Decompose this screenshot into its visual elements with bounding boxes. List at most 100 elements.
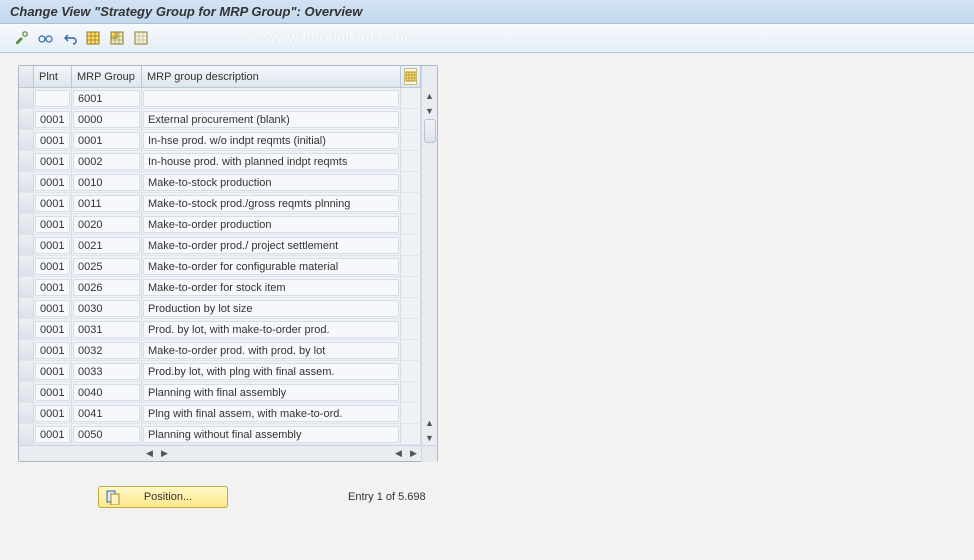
cell-desc[interactable]: Make-to-stock production bbox=[142, 172, 401, 192]
cell-plnt[interactable]: 0001 bbox=[34, 214, 72, 234]
cell-plnt[interactable]: 0001 bbox=[34, 403, 72, 423]
cell-plnt[interactable]: 0001 bbox=[34, 130, 72, 150]
scroll-right-button[interactable]: ▶ bbox=[157, 447, 172, 461]
cell-group[interactable]: 0026 bbox=[72, 277, 142, 297]
row-marker[interactable] bbox=[19, 214, 34, 234]
row-marker[interactable] bbox=[19, 403, 34, 423]
row-marker[interactable] bbox=[19, 130, 34, 150]
cell-group[interactable]: 0021 bbox=[72, 235, 142, 255]
table-row[interactable]: 00010033Prod.by lot, with plng with fina… bbox=[19, 361, 421, 382]
cell-desc[interactable]: Plng with final assem, with make-to-ord. bbox=[142, 403, 401, 423]
cell-desc[interactable] bbox=[142, 88, 401, 108]
deselect-all-button[interactable] bbox=[130, 27, 152, 49]
cell-desc[interactable]: Planning with final assembly bbox=[142, 382, 401, 402]
row-marker[interactable] bbox=[19, 424, 34, 444]
cell-group[interactable]: 0030 bbox=[72, 298, 142, 318]
row-marker[interactable] bbox=[19, 109, 34, 129]
cell-plnt[interactable]: 0001 bbox=[34, 361, 72, 381]
scroll-up-button[interactable]: ▲ bbox=[423, 88, 437, 103]
cell-desc[interactable]: Make-to-order prod. with prod. by lot bbox=[142, 340, 401, 360]
cell-group[interactable]: 0002 bbox=[72, 151, 142, 171]
scroll-down-button[interactable]: ▼ bbox=[423, 103, 437, 118]
cell-group[interactable]: 0050 bbox=[72, 424, 142, 444]
row-marker[interactable] bbox=[19, 172, 34, 192]
cell-desc[interactable]: Make-to-order for stock item bbox=[142, 277, 401, 297]
table-row[interactable]: 00010040Planning with final assembly bbox=[19, 382, 421, 403]
scroll-thumb[interactable] bbox=[424, 119, 436, 143]
table-row[interactable]: 00010021Make-to-order prod./ project set… bbox=[19, 235, 421, 256]
scroll-right-button-2[interactable]: ▶ bbox=[406, 447, 421, 461]
row-marker[interactable] bbox=[19, 319, 34, 339]
table-row[interactable]: 00010000External procurement (blank) bbox=[19, 109, 421, 130]
scroll-left-button[interactable]: ◀ bbox=[142, 447, 157, 461]
row-marker-header[interactable] bbox=[19, 66, 34, 87]
cell-desc[interactable]: Make-to-order prod./ project settlement bbox=[142, 235, 401, 255]
row-marker[interactable] bbox=[19, 361, 34, 381]
cell-desc[interactable]: Make-to-order for configurable material bbox=[142, 256, 401, 276]
table-row[interactable]: 00010002In-house prod. with planned indp… bbox=[19, 151, 421, 172]
cell-plnt[interactable]: 0001 bbox=[34, 193, 72, 213]
cell-plnt[interactable]: 0001 bbox=[34, 298, 72, 318]
select-block-button[interactable] bbox=[106, 27, 128, 49]
table-row[interactable]: 00010032Make-to-order prod. with prod. b… bbox=[19, 340, 421, 361]
row-marker[interactable] bbox=[19, 340, 34, 360]
cell-desc[interactable]: Prod.by lot, with plng with final assem. bbox=[142, 361, 401, 381]
row-marker[interactable] bbox=[19, 193, 34, 213]
cell-group[interactable]: 0025 bbox=[72, 256, 142, 276]
cell-group[interactable]: 0031 bbox=[72, 319, 142, 339]
col-header-desc[interactable]: MRP group description bbox=[142, 66, 401, 87]
position-button[interactable]: Position... bbox=[98, 486, 228, 508]
cell-plnt[interactable]: 0001 bbox=[34, 382, 72, 402]
cell-group[interactable]: 0041 bbox=[72, 403, 142, 423]
vertical-scrollbar[interactable]: ▲ ▼ ▲ ▼ bbox=[421, 66, 437, 445]
table-row[interactable]: 00010030Production by lot size bbox=[19, 298, 421, 319]
row-marker[interactable] bbox=[19, 256, 34, 276]
cell-desc[interactable]: Make-to-stock prod./gross reqmts plnning bbox=[142, 193, 401, 213]
col-header-group[interactable]: MRP Group bbox=[72, 66, 142, 87]
cell-plnt[interactable] bbox=[34, 88, 72, 108]
cell-group[interactable]: 0040 bbox=[72, 382, 142, 402]
cell-plnt[interactable]: 0001 bbox=[34, 256, 72, 276]
other-view-button[interactable] bbox=[10, 27, 32, 49]
cell-group[interactable]: 0033 bbox=[72, 361, 142, 381]
cell-plnt[interactable]: 0001 bbox=[34, 109, 72, 129]
cell-group[interactable]: 0001 bbox=[72, 130, 142, 150]
cell-plnt[interactable]: 0001 bbox=[34, 172, 72, 192]
table-row[interactable]: 00010050Planning without final assembly bbox=[19, 424, 421, 445]
cell-group[interactable]: 0000 bbox=[72, 109, 142, 129]
cell-desc[interactable]: In-hse prod. w/o indpt reqmts (initial) bbox=[142, 130, 401, 150]
cell-group[interactable]: 0011 bbox=[72, 193, 142, 213]
table-row[interactable]: 00010031Prod. by lot, with make-to-order… bbox=[19, 319, 421, 340]
undo-button[interactable] bbox=[58, 27, 80, 49]
row-marker[interactable] bbox=[19, 151, 34, 171]
table-row[interactable]: 00010001In-hse prod. w/o indpt reqmts (i… bbox=[19, 130, 421, 151]
cell-desc[interactable]: Make-to-order production bbox=[142, 214, 401, 234]
table-row[interactable]: 6001 bbox=[19, 88, 421, 109]
cell-plnt[interactable]: 0001 bbox=[34, 235, 72, 255]
cell-group[interactable]: 0010 bbox=[72, 172, 142, 192]
cell-plnt[interactable]: 0001 bbox=[34, 340, 72, 360]
cell-group[interactable]: 0032 bbox=[72, 340, 142, 360]
scroll-down-button-2[interactable]: ▼ bbox=[423, 430, 437, 445]
cell-desc[interactable]: Production by lot size bbox=[142, 298, 401, 318]
row-marker[interactable] bbox=[19, 277, 34, 297]
cell-desc[interactable]: Planning without final assembly bbox=[142, 424, 401, 444]
table-row[interactable]: 00010041Plng with final assem, with make… bbox=[19, 403, 421, 424]
row-marker[interactable] bbox=[19, 235, 34, 255]
scroll-left-button-2[interactable]: ◀ bbox=[391, 447, 406, 461]
table-row[interactable]: 00010011Make-to-stock prod./gross reqmts… bbox=[19, 193, 421, 214]
details-button[interactable] bbox=[34, 27, 56, 49]
select-all-button[interactable] bbox=[82, 27, 104, 49]
cell-plnt[interactable]: 0001 bbox=[34, 151, 72, 171]
scroll-up-button-2[interactable]: ▲ bbox=[423, 415, 437, 430]
table-row[interactable]: 00010025Make-to-order for configurable m… bbox=[19, 256, 421, 277]
row-marker[interactable] bbox=[19, 382, 34, 402]
row-marker[interactable] bbox=[19, 88, 34, 108]
col-header-plnt[interactable]: Plnt bbox=[34, 66, 72, 87]
cell-desc[interactable]: External procurement (blank) bbox=[142, 109, 401, 129]
horizontal-scrollbar[interactable]: ◀ ▶ ◀ ▶ bbox=[19, 445, 437, 461]
cell-plnt[interactable]: 0001 bbox=[34, 319, 72, 339]
row-marker[interactable] bbox=[19, 298, 34, 318]
table-row[interactable]: 00010026Make-to-order for stock item bbox=[19, 277, 421, 298]
cell-plnt[interactable]: 0001 bbox=[34, 277, 72, 297]
